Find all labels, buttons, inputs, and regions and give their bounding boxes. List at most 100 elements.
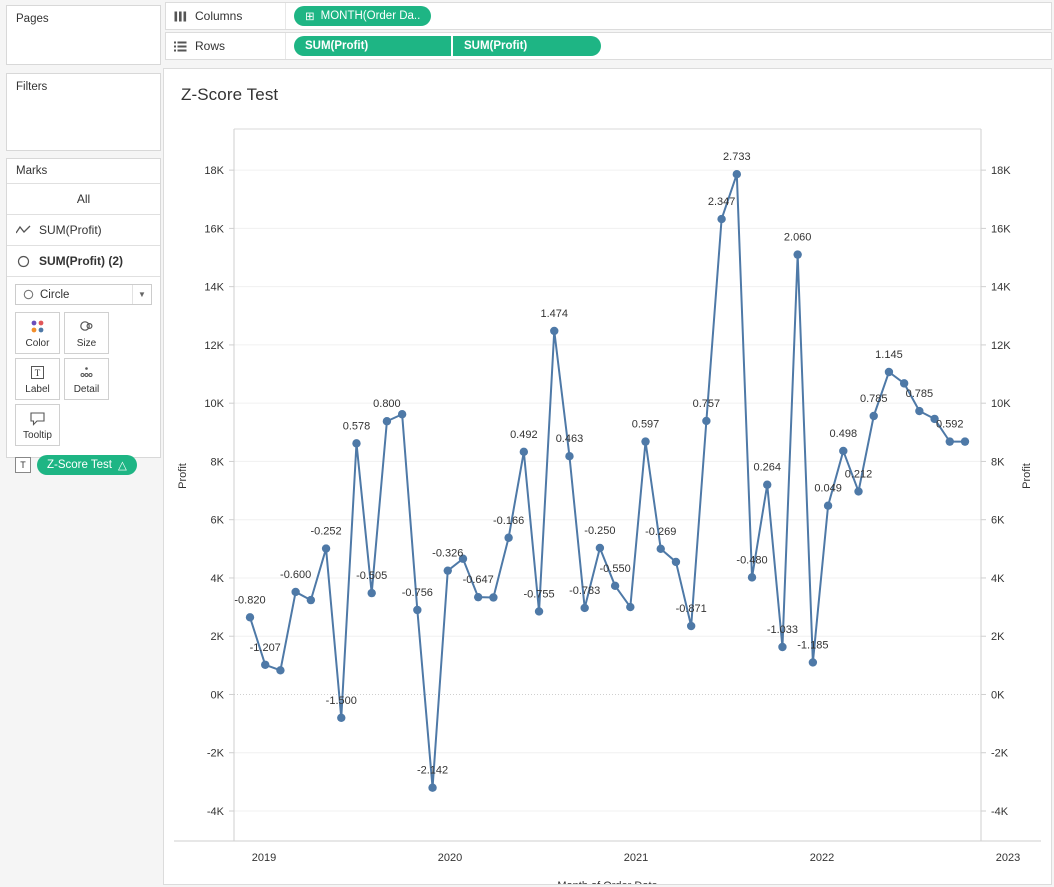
data-point[interactable]: [793, 250, 801, 258]
pill-month-order-date[interactable]: ⊞ MONTH(Order Da..: [294, 6, 431, 26]
data-point-label: 1.474: [540, 308, 568, 320]
data-point[interactable]: [504, 534, 512, 542]
y-axis-tick-label: -4K: [207, 806, 225, 818]
data-point[interactable]: [626, 603, 634, 611]
y-axis-tick-label: 0K: [211, 689, 225, 701]
data-point[interactable]: [717, 215, 725, 223]
data-point[interactable]: [368, 589, 376, 597]
data-point[interactable]: [428, 783, 436, 791]
data-point[interactable]: [565, 452, 573, 460]
chevron-down-icon[interactable]: ▼: [132, 285, 151, 304]
data-point[interactable]: [489, 593, 497, 601]
data-point-label: -1.185: [797, 639, 828, 651]
plus-box-icon[interactable]: ⊞: [305, 9, 315, 23]
marks-card: Marks All SUM(Profit) SUM(Profit) (2): [6, 158, 161, 458]
data-point-label: -0.505: [356, 570, 387, 582]
data-point[interactable]: [641, 437, 649, 445]
data-point[interactable]: [702, 417, 710, 425]
data-point[interactable]: [870, 412, 878, 420]
data-point[interactable]: [672, 558, 680, 566]
data-point-label: 0.785: [860, 393, 888, 405]
data-point[interactable]: [854, 487, 862, 495]
color-button[interactable]: Color: [15, 312, 60, 354]
pill-sum-profit-2[interactable]: SUM(Profit): [453, 36, 601, 56]
data-point[interactable]: [657, 545, 665, 553]
color-palette-icon: [29, 318, 46, 336]
marks-layer-all-label: All: [77, 192, 90, 206]
data-point[interactable]: [550, 327, 558, 335]
data-point[interactable]: [763, 481, 771, 489]
color-button-label: Color: [26, 338, 50, 349]
data-point[interactable]: [580, 604, 588, 612]
data-point[interactable]: [900, 379, 908, 387]
data-point[interactable]: [276, 666, 284, 674]
data-point[interactable]: [961, 437, 969, 445]
y-axis-tick-label-right: 14K: [991, 282, 1011, 294]
x-axis-tick-label: 2021: [624, 852, 648, 864]
data-point[interactable]: [474, 593, 482, 601]
data-point-label: -0.326: [432, 548, 463, 560]
circle-icon: [23, 289, 34, 300]
data-point[interactable]: [291, 588, 299, 596]
tooltip-button[interactable]: Tooltip: [15, 404, 60, 446]
mark-type-dropdown[interactable]: Circle ▼: [15, 284, 152, 305]
data-point-label: 0.049: [814, 483, 842, 495]
y-axis-tick-label: 2K: [211, 631, 225, 643]
line-chart[interactable]: 18K18K16K16K14K14K12K12K10K10K8K8K6K6K4K…: [164, 121, 1051, 884]
columns-shelf[interactable]: Columns ⊞ MONTH(Order Da..: [165, 2, 1052, 30]
filters-shelf[interactable]: Filters: [6, 73, 161, 151]
detail-button[interactable]: Detail: [64, 358, 109, 400]
data-point[interactable]: [322, 544, 330, 552]
data-point[interactable]: [733, 170, 741, 178]
data-point[interactable]: [398, 410, 406, 418]
data-point[interactable]: [383, 417, 391, 425]
rows-icon: [174, 41, 187, 52]
data-point-label: -0.250: [584, 525, 615, 537]
y-axis-tick-label-right: 8K: [991, 456, 1005, 468]
data-point[interactable]: [352, 439, 360, 447]
data-point[interactable]: [946, 437, 954, 445]
data-point[interactable]: [687, 622, 695, 630]
data-point[interactable]: [520, 448, 528, 456]
marks-layer-sum-profit[interactable]: SUM(Profit): [7, 215, 160, 246]
pages-label: Pages: [7, 6, 160, 31]
data-point[interactable]: [809, 658, 817, 666]
rows-shelf-items: SUM(Profit) SUM(Profit): [286, 36, 601, 56]
x-axis-tick-label: 2020: [438, 852, 462, 864]
page-title: Z-Score Test: [164, 69, 1051, 105]
rows-shelf[interactable]: Rows SUM(Profit) SUM(Profit): [165, 32, 1052, 60]
data-point[interactable]: [444, 566, 452, 574]
data-point[interactable]: [413, 606, 421, 614]
data-point[interactable]: [915, 407, 923, 415]
data-point[interactable]: [778, 643, 786, 651]
columns-shelf-label: Columns: [166, 3, 286, 29]
data-point[interactable]: [824, 502, 832, 510]
data-point[interactable]: [535, 607, 543, 615]
size-button[interactable]: Size: [64, 312, 109, 354]
x-axis-tick-label: 2023: [996, 852, 1020, 864]
label-field-pill[interactable]: Z-Score Test △: [37, 455, 137, 475]
data-point[interactable]: [261, 661, 269, 669]
data-point[interactable]: [885, 368, 893, 376]
pill-sum-profit-1[interactable]: SUM(Profit): [294, 36, 451, 56]
line-chart-icon: [16, 223, 31, 237]
data-point[interactable]: [337, 714, 345, 722]
marks-layer-all[interactable]: All: [7, 184, 160, 215]
data-point[interactable]: [611, 582, 619, 590]
data-point-label: -0.480: [736, 554, 767, 566]
data-point[interactable]: [596, 544, 604, 552]
y-axis-title-right: Profit: [1021, 463, 1033, 489]
data-point[interactable]: [748, 573, 756, 581]
y-axis-tick-label: 10K: [204, 398, 224, 410]
data-point-label: 0.785: [906, 388, 934, 400]
data-point[interactable]: [839, 447, 847, 455]
tableau-worksheet: Pages Filters Marks All SUM(Profit) SUM(…: [0, 0, 1054, 887]
pages-shelf[interactable]: Pages: [6, 5, 161, 65]
svg-text:T: T: [35, 368, 41, 378]
y-axis-tick-label-right: 4K: [991, 573, 1005, 585]
marks-layer-sum-profit-2[interactable]: SUM(Profit) (2): [7, 246, 160, 277]
data-point[interactable]: [246, 613, 254, 621]
label-button[interactable]: T Label: [15, 358, 60, 400]
data-point[interactable]: [307, 596, 315, 604]
detail-icon: [78, 364, 95, 382]
